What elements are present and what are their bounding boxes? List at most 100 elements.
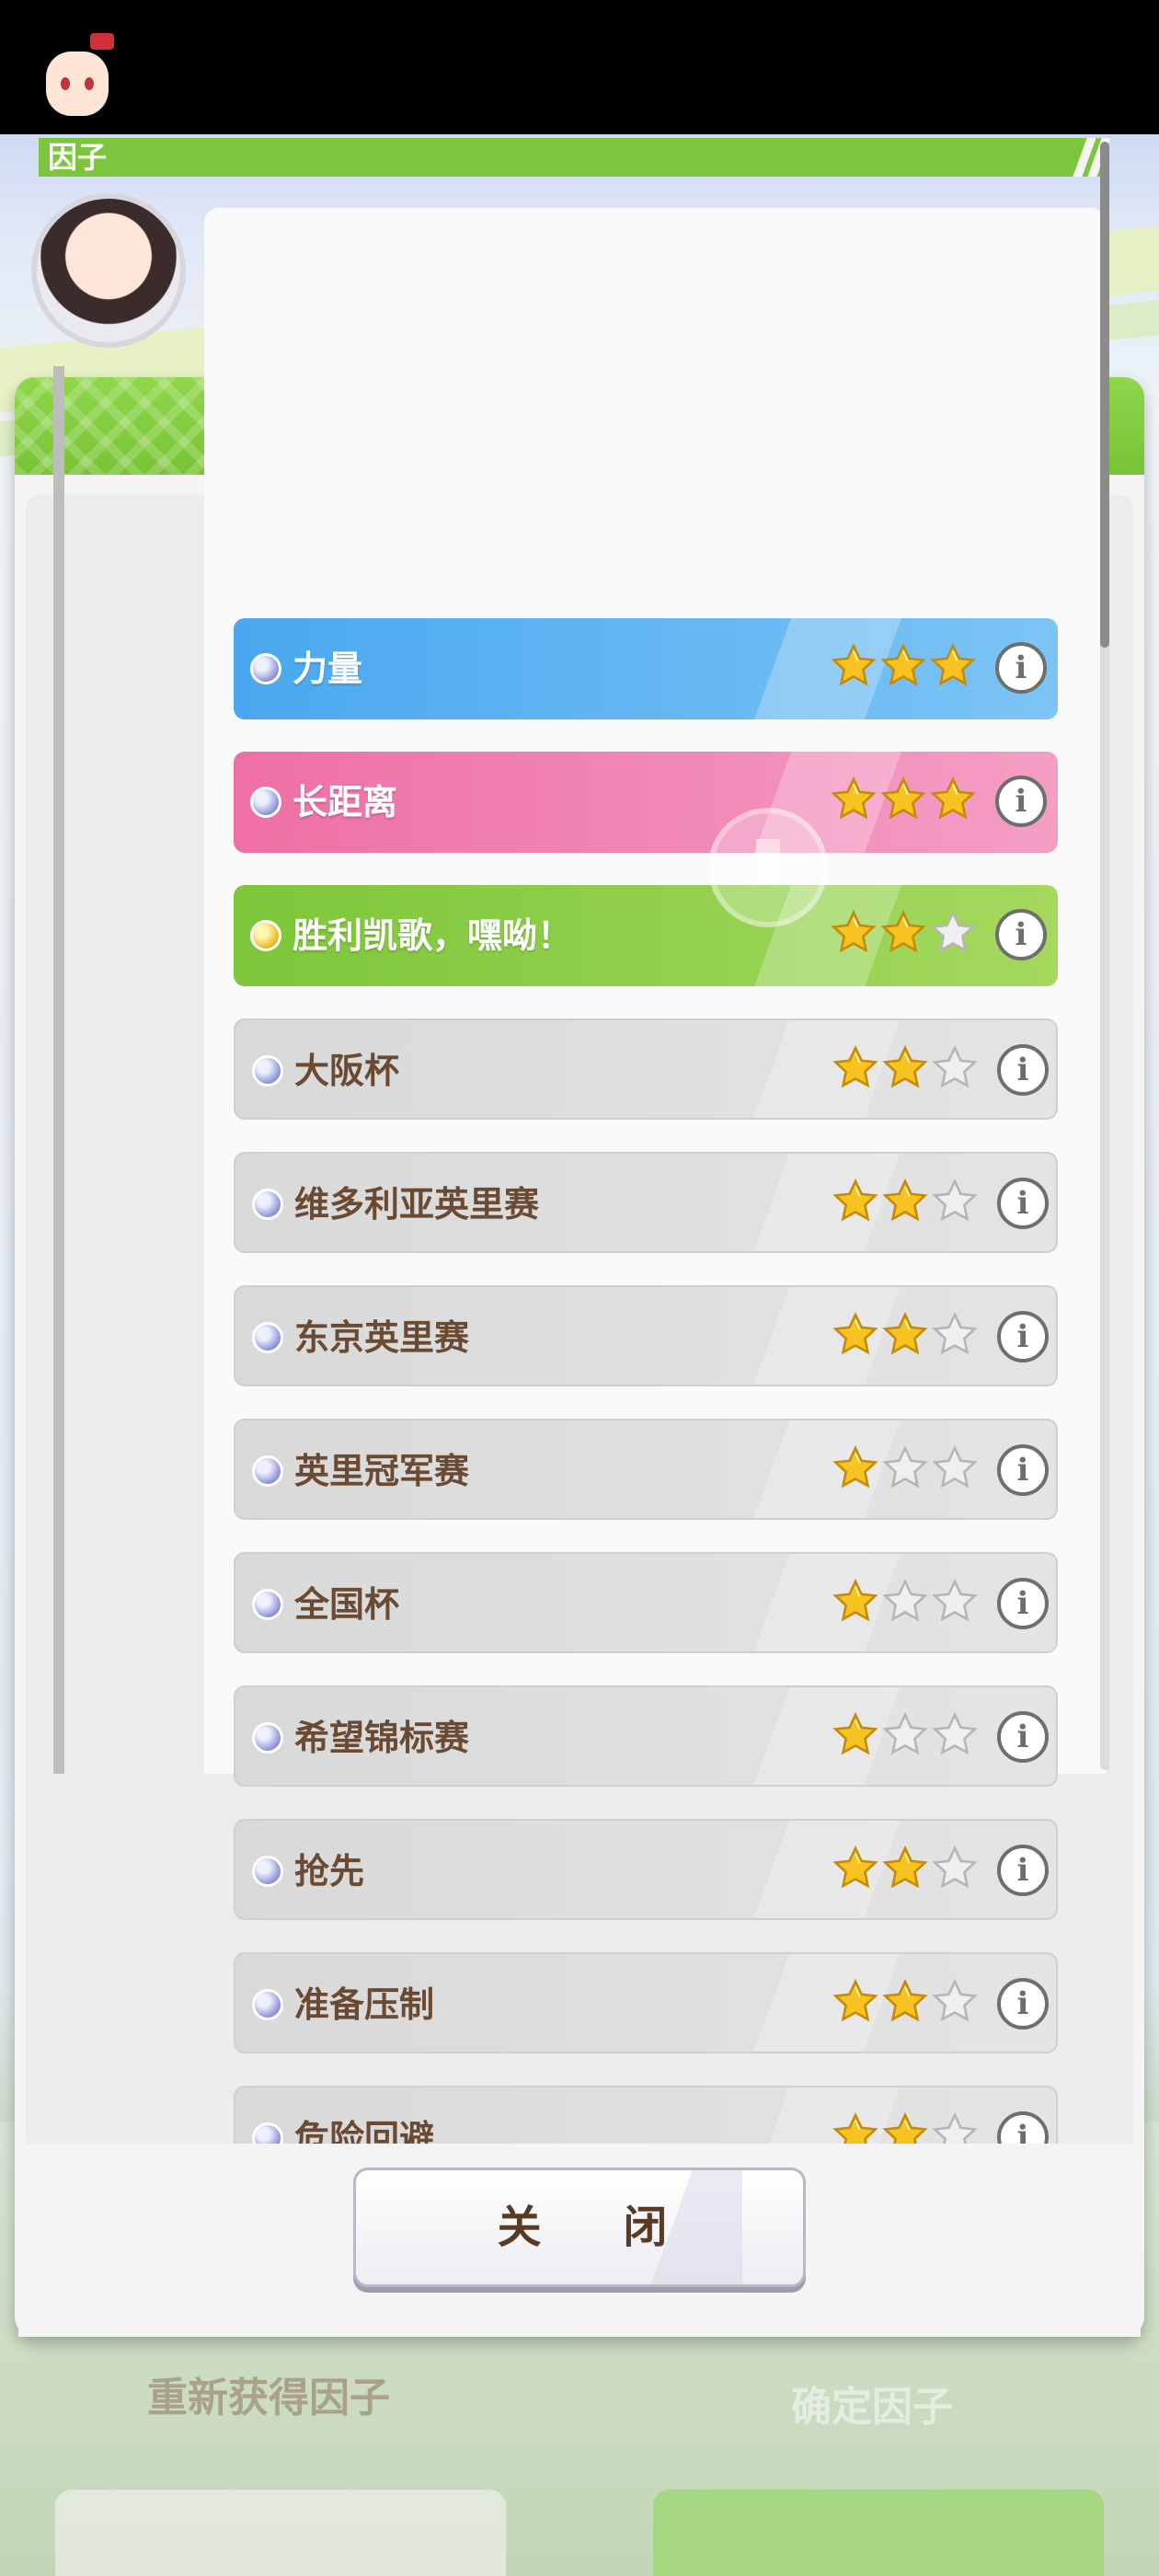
- factor-row[interactable]: 抢先 i: [234, 1819, 1058, 1920]
- factor-type-dot-icon: [252, 1589, 283, 1620]
- factor-name: 维多利亚英里赛: [294, 1184, 540, 1225]
- factor-row[interactable]: 长距离 i: [234, 752, 1058, 853]
- star-filled-icon: [881, 1178, 929, 1225]
- factor-name: 大阪杯: [294, 1051, 400, 1091]
- factor-row[interactable]: 英里冠军赛 i: [234, 1419, 1058, 1520]
- star-filled-icon: [832, 1178, 879, 1225]
- star-filled-icon: [881, 1845, 929, 1892]
- star-filled-icon: [830, 909, 878, 957]
- star-empty-icon: [931, 1311, 979, 1359]
- star-filled-icon: [881, 1044, 929, 1092]
- info-icon[interactable]: i: [997, 1578, 1049, 1629]
- star-filled-icon: [832, 1978, 879, 2026]
- factor-name: 抢先: [294, 1851, 365, 1892]
- info-icon[interactable]: i: [995, 909, 1047, 960]
- star-filled-icon: [881, 1311, 929, 1359]
- star-empty-icon: [931, 1578, 979, 1626]
- character-avatar: [31, 193, 186, 348]
- factor-star-rating: [832, 1044, 979, 1096]
- factor-name: 长距离: [293, 782, 398, 822]
- star-filled-icon: [881, 1978, 929, 2026]
- factor-type-dot-icon: [252, 1322, 283, 1353]
- star-filled-icon: [832, 1444, 879, 1492]
- info-icon[interactable]: i: [995, 642, 1047, 694]
- factor-name: 希望锦标赛: [294, 1718, 470, 1758]
- factor-name: 东京英里赛: [294, 1317, 470, 1358]
- factor-star-rating: [832, 1845, 979, 1896]
- factor-row[interactable]: 胜利凯歌，嘿呦！ i: [234, 885, 1058, 986]
- avatar-ribbon: [90, 33, 114, 50]
- factor-star-rating: [832, 1978, 979, 2030]
- star-filled-icon: [879, 776, 927, 823]
- star-empty-icon: [931, 1178, 979, 1225]
- factor-star-rating: [832, 1578, 979, 1629]
- info-icon[interactable]: i: [997, 1044, 1049, 1096]
- info-icon[interactable]: i: [997, 1178, 1049, 1229]
- factor-name: 英里冠军赛: [294, 1451, 470, 1491]
- factor-name: 力量: [293, 649, 363, 689]
- factor-star-rating: [830, 642, 977, 694]
- status-bar: [0, 0, 1159, 134]
- info-icon[interactable]: i: [995, 776, 1047, 827]
- avatar-eye: [85, 77, 94, 90]
- timeline-line: [53, 366, 64, 1774]
- factor-type-dot-icon: [252, 1055, 283, 1087]
- star-empty-icon: [881, 1711, 929, 1759]
- factor-row[interactable]: 准备压制 i: [234, 1952, 1058, 2053]
- factor-type-dot-icon: [252, 1722, 283, 1754]
- info-icon[interactable]: i: [997, 1978, 1049, 2030]
- factor-star-rating: [830, 909, 977, 960]
- star-empty-icon: [931, 1845, 979, 1892]
- factor-row[interactable]: 东京英里赛 i: [234, 1285, 1058, 1386]
- info-icon[interactable]: i: [997, 1845, 1049, 1896]
- background-confirm-button: [653, 2490, 1104, 2576]
- factor-row[interactable]: 大阪杯 i: [234, 1018, 1058, 1120]
- star-empty-icon: [881, 1578, 929, 1626]
- scroll-up-arrow: [756, 839, 780, 885]
- factor-type-dot-icon: [252, 1856, 283, 1887]
- close-button[interactable]: 关 闭: [353, 2168, 806, 2287]
- star-filled-icon: [832, 1845, 879, 1892]
- star-filled-icon: [830, 642, 878, 690]
- background-confirm-label: 确定因子: [791, 2384, 953, 2431]
- info-icon[interactable]: i: [997, 1711, 1049, 1763]
- star-filled-icon: [929, 776, 977, 823]
- background-reacquire-label: 重新获得因子: [147, 2375, 390, 2421]
- factor-type-dot-icon: [252, 1189, 283, 1220]
- star-empty-icon: [931, 1444, 979, 1492]
- factor-star-rating: [830, 776, 977, 827]
- factor-type-dot-icon: [250, 787, 281, 818]
- info-icon[interactable]: i: [997, 1311, 1049, 1363]
- avatar-face: [46, 52, 109, 116]
- star-filled-icon: [929, 642, 977, 690]
- factor-row[interactable]: 力量 i: [234, 618, 1058, 719]
- factor-star-rating: [832, 1711, 979, 1763]
- factor-name: 准备压制: [294, 1984, 435, 2025]
- factor-type-dot-icon: [250, 653, 281, 684]
- star-filled-icon: [830, 776, 878, 823]
- star-filled-icon: [879, 642, 927, 690]
- factor-name: 全国杯: [294, 1584, 400, 1625]
- factor-row[interactable]: 希望锦标赛 i: [234, 1685, 1058, 1787]
- section-label: 因子: [48, 140, 108, 175]
- factor-list-panel[interactable]: [204, 208, 1106, 1774]
- factor-star-rating: [832, 1444, 979, 1496]
- star-filled-icon: [832, 1578, 879, 1626]
- scrollbar-thumb[interactable]: [1100, 142, 1109, 648]
- factor-star-rating: [832, 1178, 979, 1229]
- factor-row[interactable]: 维多利亚英里赛 i: [234, 1152, 1058, 1253]
- info-icon[interactable]: i: [997, 1444, 1049, 1496]
- factor-star-rating: [832, 1311, 979, 1363]
- star-filled-icon: [879, 909, 927, 957]
- star-empty-icon: [931, 1978, 979, 2026]
- star-filled-icon: [832, 1311, 879, 1359]
- star-filled-icon: [832, 1711, 879, 1759]
- background-reacquire-button: [55, 2490, 506, 2576]
- factor-name: 胜利凯歌，嘿呦！: [293, 915, 573, 956]
- factor-type-dot-icon: [250, 920, 281, 951]
- factor-row[interactable]: 全国杯 i: [234, 1552, 1058, 1653]
- star-empty-icon: [931, 1711, 979, 1759]
- factor-type-dot-icon: [252, 1455, 283, 1487]
- star-empty-icon: [881, 1444, 929, 1492]
- close-button-label: 关 闭: [497, 2202, 701, 2253]
